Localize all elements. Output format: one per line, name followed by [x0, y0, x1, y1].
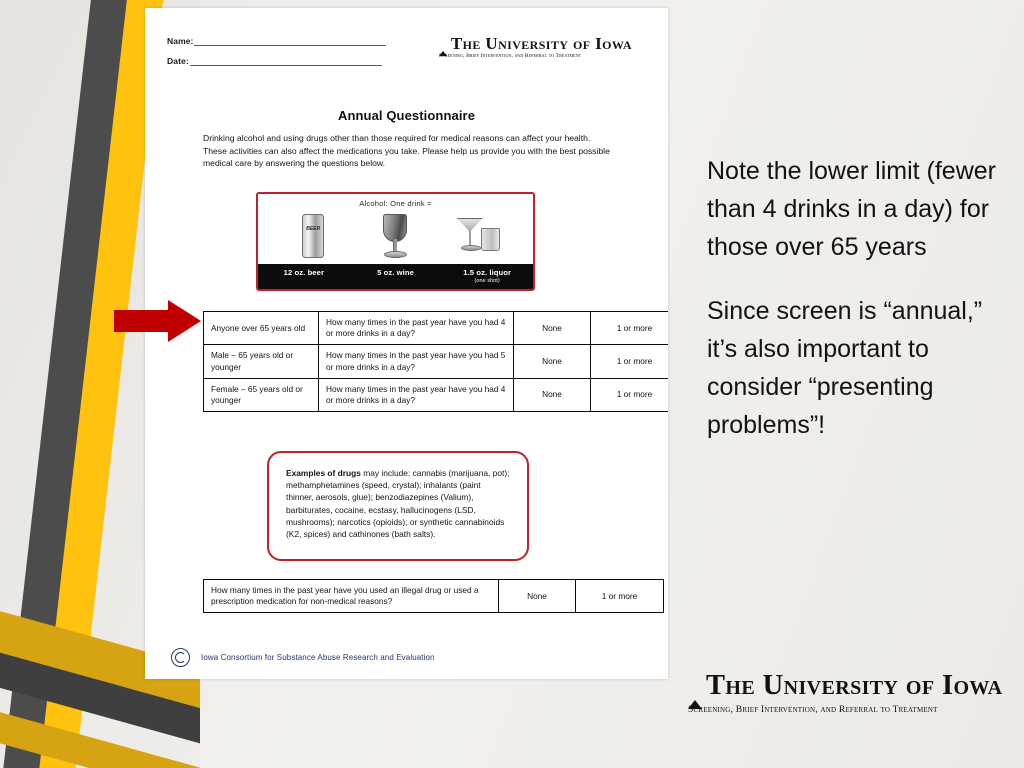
consortium-footer-text: Iowa Consortium for Substance Abuse Rese… — [201, 653, 435, 662]
corner-logo-subtitle: Screening, Brief Intervention, and Refer… — [688, 703, 938, 715]
university-of-iowa-logo-corner: The University of Iowa Screening, Brief … — [688, 670, 1003, 715]
row-question: How many times in the past year have you… — [318, 344, 514, 379]
corner-logo-title: The University of Iowa — [706, 670, 1003, 701]
drink-label-liquor-sub: (one shot) — [474, 277, 500, 284]
drink-size-labels: 12 oz. beer 5 oz. wine 1.5 oz. liquor (o… — [258, 264, 533, 289]
date-field-label: Date: — [167, 56, 189, 66]
row-audience: Male – 65 years old or younger — [203, 344, 319, 379]
row-option-one-or-more[interactable]: 1 or more — [590, 310, 668, 346]
document-footer: Iowa Consortium for Substance Abuse Rese… — [171, 648, 435, 667]
document-intro-paragraph: Drinking alcohol and using drugs other t… — [203, 133, 610, 169]
drug-examples-box: Examples of drugs may include: cannabis … — [267, 451, 529, 561]
drug-option-none[interactable]: None — [498, 578, 576, 614]
row-option-none[interactable]: None — [513, 377, 591, 413]
drink-label-liquor: 1.5 oz. liquor (one shot) — [441, 264, 533, 289]
old-capitol-icon — [688, 682, 702, 709]
table-row: How many times in the past year have you… — [203, 578, 664, 614]
alcohol-questions-table: Anyone over 65 years old How many times … — [203, 310, 668, 413]
row-option-none[interactable]: None — [513, 310, 591, 346]
row-option-one-or-more[interactable]: 1 or more — [590, 344, 668, 379]
consortium-logo-icon — [171, 648, 190, 667]
wine-glass-icon — [368, 210, 422, 260]
document-title: Annual Questionnaire — [337, 108, 476, 123]
one-drink-caption: Alcohol: One drink = — [359, 199, 432, 208]
row-audience: Anyone over 65 years old — [203, 310, 319, 346]
old-capitol-icon — [438, 34, 447, 56]
logo-title: The University of Iowa — [450, 34, 632, 53]
slide-paragraph-2: Since screen is “annual,” it’s also impo… — [707, 297, 983, 439]
beer-can-label: BEER — [306, 226, 321, 232]
name-field-line[interactable] — [194, 36, 387, 46]
drug-question-text: How many times in the past year have you… — [203, 578, 499, 614]
logo-subtitle: Screening, Brief Intervention, and Refer… — [438, 53, 582, 59]
drink-label-wine: 5 oz. wine — [377, 268, 414, 277]
slide-paragraph-1: Note the lower limit (fewer than 4 drink… — [707, 157, 996, 261]
row-option-none[interactable]: None — [513, 344, 591, 379]
one-drink-graphic: Alcohol: One drink = BEER 12 oz. beer 5 … — [256, 192, 535, 291]
date-field-row: Date: — [167, 56, 382, 66]
red-arrow-icon — [114, 300, 201, 342]
table-row: Female – 65 years old or younger How man… — [203, 377, 668, 413]
row-option-one-or-more[interactable]: 1 or more — [590, 377, 668, 413]
questionnaire-document: Name: Date: The University of Iowa Scree… — [145, 8, 668, 679]
beer-can-icon: BEER — [286, 210, 340, 260]
liquor-glass-icon — [451, 210, 505, 260]
drink-label-beer: 12 oz. beer — [283, 268, 325, 277]
university-of-iowa-logo-header: The University of Iowa Screening, Brief … — [438, 34, 632, 60]
drug-option-one-or-more[interactable]: 1 or more — [575, 578, 664, 614]
row-audience: Female – 65 years old or younger — [203, 377, 319, 413]
drug-question-table: How many times in the past year have you… — [203, 578, 664, 614]
row-question: How many times in the past year have you… — [318, 377, 514, 413]
document-header: Name: Date: The University of Iowa Scree… — [145, 8, 668, 86]
slide-body-text: Note the lower limit (fewer than 4 drink… — [707, 152, 997, 444]
drink-illustrations: BEER — [258, 208, 533, 260]
name-field-label: Name: — [167, 36, 194, 46]
table-row: Male – 65 years old or younger How many … — [203, 344, 668, 379]
slide-canvas: Name: Date: The University of Iowa Scree… — [0, 0, 1024, 768]
drug-examples-body: may include: cannabis (marijuana, pot); … — [286, 468, 510, 539]
date-field-line[interactable] — [189, 56, 382, 66]
row-question: How many times in the past year have you… — [318, 310, 514, 346]
drug-examples-lead: Examples of drugs — [286, 468, 361, 478]
table-row: Anyone over 65 years old How many times … — [203, 310, 668, 346]
name-field-row: Name: — [167, 36, 387, 46]
